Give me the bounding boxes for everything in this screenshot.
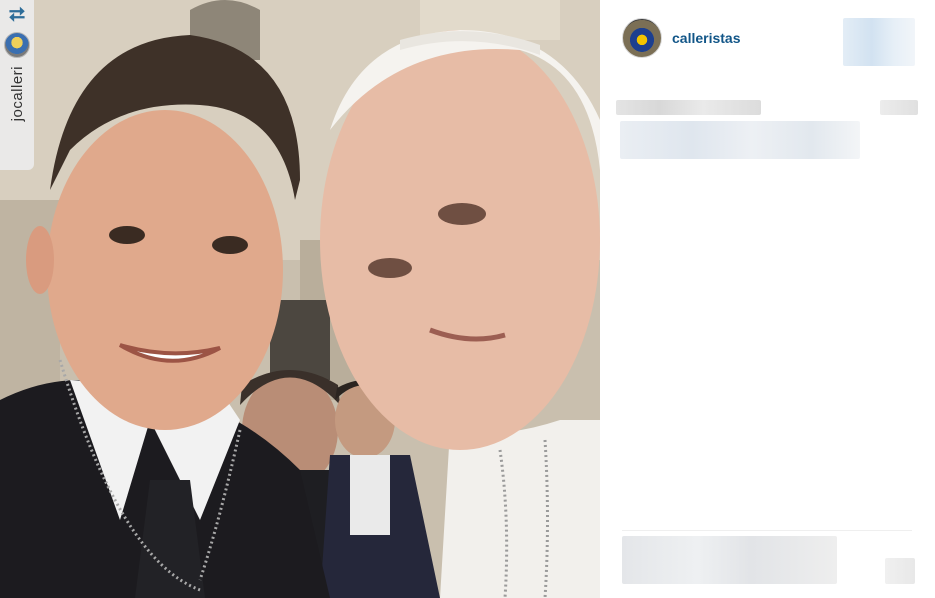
repost-tag[interactable]: ⮂ jocalleri [0, 0, 34, 170]
follow-button-blurred[interactable] [843, 18, 915, 66]
avatar[interactable] [622, 18, 662, 58]
post-photo[interactable]: ⮂ jocalleri [0, 0, 600, 598]
repost-original-username[interactable]: jocalleri [9, 66, 26, 121]
post-sidebar: calleristas [600, 0, 935, 598]
username-link[interactable]: calleristas [672, 30, 741, 46]
more-options-blurred[interactable] [885, 558, 915, 584]
repost-icon: ⮂ [9, 4, 25, 26]
comment-input-blurred[interactable] [622, 536, 837, 584]
selfie-photo-illustration [0, 0, 600, 598]
caption-blurred [620, 121, 860, 159]
instagram-post: ⮂ jocalleri calleristas [0, 0, 935, 598]
divider [622, 530, 912, 531]
post-header: calleristas [622, 18, 741, 58]
timestamp-blurred [880, 100, 918, 115]
repost-avatar [4, 32, 30, 58]
likes-count-blurred [616, 100, 761, 115]
